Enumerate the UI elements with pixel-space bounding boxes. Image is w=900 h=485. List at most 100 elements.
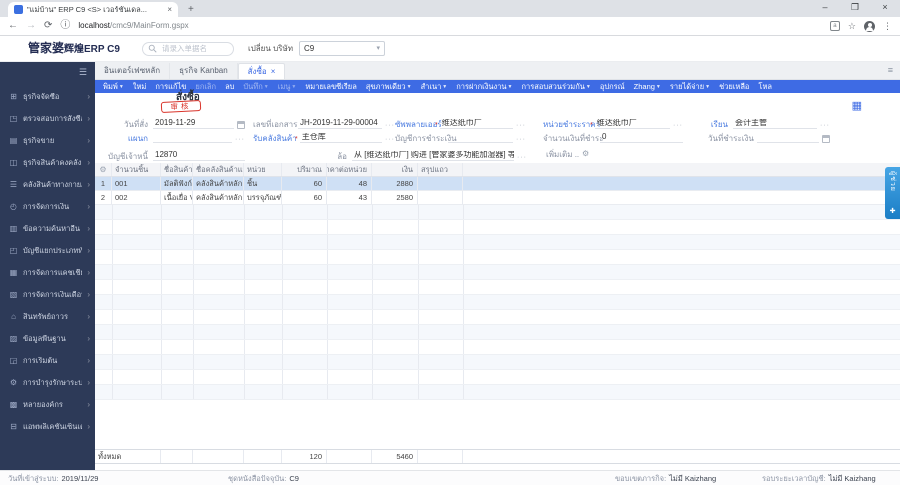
col-amount[interactable]: เงิน (372, 163, 418, 176)
new-tab-button[interactable]: + (188, 5, 194, 17)
department-input[interactable] (153, 133, 232, 143)
global-search[interactable] (141, 41, 234, 56)
sidebar-item-purchase-review[interactable]: ◳ ตรวจสอบการสั่งซื้อ › (0, 108, 95, 130)
column-settings-gear-icon[interactable]: ⚙ (95, 163, 112, 176)
back-icon[interactable]: ← (8, 21, 18, 31)
table-empty-rows[interactable] (95, 205, 900, 400)
toolbar-delete[interactable]: ลบ (225, 83, 234, 91)
toolbar-serial-number[interactable]: หมายเลขซีเรียล (305, 83, 356, 91)
browser-menu-dots-icon[interactable]: ⋮ (883, 21, 892, 31)
lookup-dots-icon[interactable]: ··· (516, 136, 526, 143)
toolbar-zhang[interactable]: Zhang ▼ (634, 83, 661, 91)
toolbar-single-health[interactable]: สุขภาพเดียว ▼ (366, 83, 412, 91)
url-text[interactable]: localhost/cmc9/MainForm.gspx (78, 22, 188, 30)
col-qty[interactable]: ปริมาณ (282, 163, 327, 176)
col-unit[interactable]: หน่วย (244, 163, 282, 176)
content-menu-icon[interactable]: ≡ (888, 66, 893, 75)
more-fields-link[interactable]: เพิ่มเติม .. (546, 151, 579, 159)
sidebar-item-other-queries[interactable]: ▥ ข้อความค้นหาอื่น ๆ › (0, 218, 95, 240)
cell-code[interactable]: 001 (112, 177, 161, 190)
cell-unit[interactable]: ชิ้น (244, 177, 282, 190)
order-date-input[interactable]: 2019-11-29 (153, 119, 234, 129)
lookup-dots-icon[interactable]: ··· (673, 122, 683, 129)
cell-qty[interactable]: 60 (282, 177, 327, 190)
window-maximize-button[interactable]: ❐ (840, 0, 870, 16)
toolbar-income-expense[interactable]: รายได้จ่าย ▼ (670, 83, 710, 91)
tab-main-interface[interactable]: อินเตอร์เฟซหลัก (95, 63, 171, 79)
forward-icon[interactable]: → (26, 21, 36, 31)
table-row[interactable]: 1 001 มัลติฟังก์ชั่... คลังสินค้าหลัก ชิ… (95, 177, 900, 191)
col-price[interactable]: ราคาต่อหน่วย (327, 163, 372, 176)
pay-account-input[interactable] (448, 133, 513, 143)
sidebar-item-inventory[interactable]: ◫ ธุรกิจสินค้าคงคลัง › (0, 152, 95, 174)
cell-summary[interactable] (418, 177, 463, 190)
cell-qty[interactable]: 60 (282, 191, 327, 204)
lookup-dots-icon[interactable]: ··· (385, 136, 395, 143)
warehouse-input[interactable]: 主仓库 (299, 133, 382, 143)
pay-unit-input[interactable]: 维达纸巾厂 (594, 119, 670, 129)
sidebar-item-purchase[interactable]: ⊞ ธุรกิจจัดซื้อ › (0, 86, 95, 108)
col-warehouse[interactable]: ชื่อคลังสินค้าแบบ (193, 163, 244, 176)
cell-price[interactable]: 43 (327, 191, 372, 204)
browser-profile-icon[interactable] (864, 20, 875, 32)
col-name[interactable]: ชื่อสินค้าคงคลังแ... (161, 163, 193, 176)
cell-price[interactable]: 48 (327, 177, 372, 190)
tab-purchase-order[interactable]: สั่งซื้อ × (237, 63, 286, 79)
calendar-icon[interactable] (237, 121, 245, 129)
toolbar-joint-inquiry[interactable]: การสอบสวนร่วมกัน ▼ (521, 83, 590, 91)
toolbar-print[interactable]: พิมพ์ ▼ (103, 83, 124, 91)
sidebar-collapse-icon[interactable]: ☰ (79, 68, 87, 77)
pay-date-input[interactable] (757, 133, 819, 143)
cell-amount[interactable]: 2880 (372, 177, 418, 190)
cell-name[interactable]: มัลติฟังก์ชั่... (161, 177, 193, 190)
tab-close-icon[interactable]: × (271, 67, 276, 76)
pay-amount-input[interactable]: 0 (600, 133, 683, 143)
calendar-icon[interactable] (822, 135, 830, 143)
reload-icon[interactable]: ⟳ (44, 21, 52, 31)
col-summary[interactable]: สรุปแถว (418, 163, 463, 176)
company-select[interactable]: C9 ▾ (298, 41, 385, 56)
toolbar-copy[interactable]: สำเนา ▼ (421, 83, 448, 91)
lookup-dots-icon[interactable]: ··· (820, 122, 830, 129)
table-row[interactable]: 2 002 เนื้อเยื่อ Vinda คลังสินค้าหลัก บร… (95, 191, 900, 205)
lookup-dots-icon[interactable]: ··· (517, 154, 527, 161)
sidebar-item-multi-org[interactable]: ▩ หลายองค์กร › (0, 394, 95, 416)
sidebar-item-sales[interactable]: ▤ ธุรกิจขาย › (0, 130, 95, 152)
toolbar-equipment[interactable]: อุปกรณ์ (600, 83, 625, 91)
pin-icon[interactable]: ✚ (890, 208, 896, 215)
toolbar-load[interactable]: โหล (758, 83, 772, 91)
search-input[interactable] (159, 43, 230, 54)
sidebar-item-general-ledger[interactable]: ◰บัญชีแยกประเภททั่วไป› (0, 240, 95, 262)
sidebar-item-system-maintenance[interactable]: ⚙ การบำรุงรักษาระบบ › (0, 372, 95, 394)
cell-warehouse[interactable]: คลังสินค้าหลัก (193, 191, 244, 204)
window-close-button[interactable]: × (870, 0, 900, 16)
form-settings-gear-icon[interactable]: ⚙ (582, 150, 589, 158)
browser-tab[interactable]: "แม่บ้าน" ERP C9 <S> เวอร์ชั่นเดล... × (8, 2, 178, 17)
sidebar-item-app-center[interactable]: ⊟แอพพลิเคชั่นเซ็นเตอร์› (0, 416, 95, 438)
toolbar-deposit-work[interactable]: การฝากเงินงาน ▼ (456, 83, 512, 91)
sidebar-item-cashier[interactable]: ▦ การจัดการแคชเชียร์ › (0, 262, 95, 284)
col-code[interactable]: จำนวนชิ้น (112, 163, 161, 176)
lookup-dots-icon[interactable]: ··· (516, 122, 526, 129)
cell-code[interactable]: 002 (112, 191, 161, 204)
sidebar-item-payroll[interactable]: ▧ การจัดการเงินเดือน › (0, 284, 95, 306)
supplier-input[interactable]: 维达纸巾厂 (439, 119, 513, 129)
tab-close-icon[interactable]: × (167, 5, 172, 14)
tab-business-kanban[interactable]: ธุรกิจ Kanban (170, 63, 238, 79)
toolbar-edit[interactable]: การแก้ไข (155, 83, 186, 91)
qr-code-icon[interactable]: ▦ (852, 101, 862, 112)
site-info-icon[interactable]: ⓘ (60, 21, 70, 31)
payable-input[interactable]: 12870 (153, 151, 245, 161)
sidebar-item-fixed-assets[interactable]: ⌂ สินทรัพย์ถาวร › (0, 306, 95, 328)
toolbar-save[interactable]: บันทึก ▼ (243, 83, 268, 91)
cell-amount[interactable]: 2580 (372, 191, 418, 204)
sidebar-item-basic-data[interactable]: ▨ ข้อมูลพื้นฐาน › (0, 328, 95, 350)
translate-icon[interactable]: a (829, 21, 840, 31)
toolbar-new[interactable]: ใหม่ (133, 83, 147, 91)
doc-no-input[interactable]: JH-2019-11-29-00004 (298, 119, 382, 129)
toolbar-cancel[interactable]: ยกเลิก (195, 83, 216, 91)
remark-input[interactable]: 从 [维达纸巾厂] 购进 [管家婆多功能加湿器] 等-会计主管 (352, 151, 514, 161)
toolbar-help[interactable]: ช่วยเหลือ (719, 83, 749, 91)
assistant-panel-tab[interactable]: ผู้ช่วย ✚ (885, 167, 900, 219)
toolbar-menu[interactable]: เมนู ▼ (278, 83, 297, 91)
